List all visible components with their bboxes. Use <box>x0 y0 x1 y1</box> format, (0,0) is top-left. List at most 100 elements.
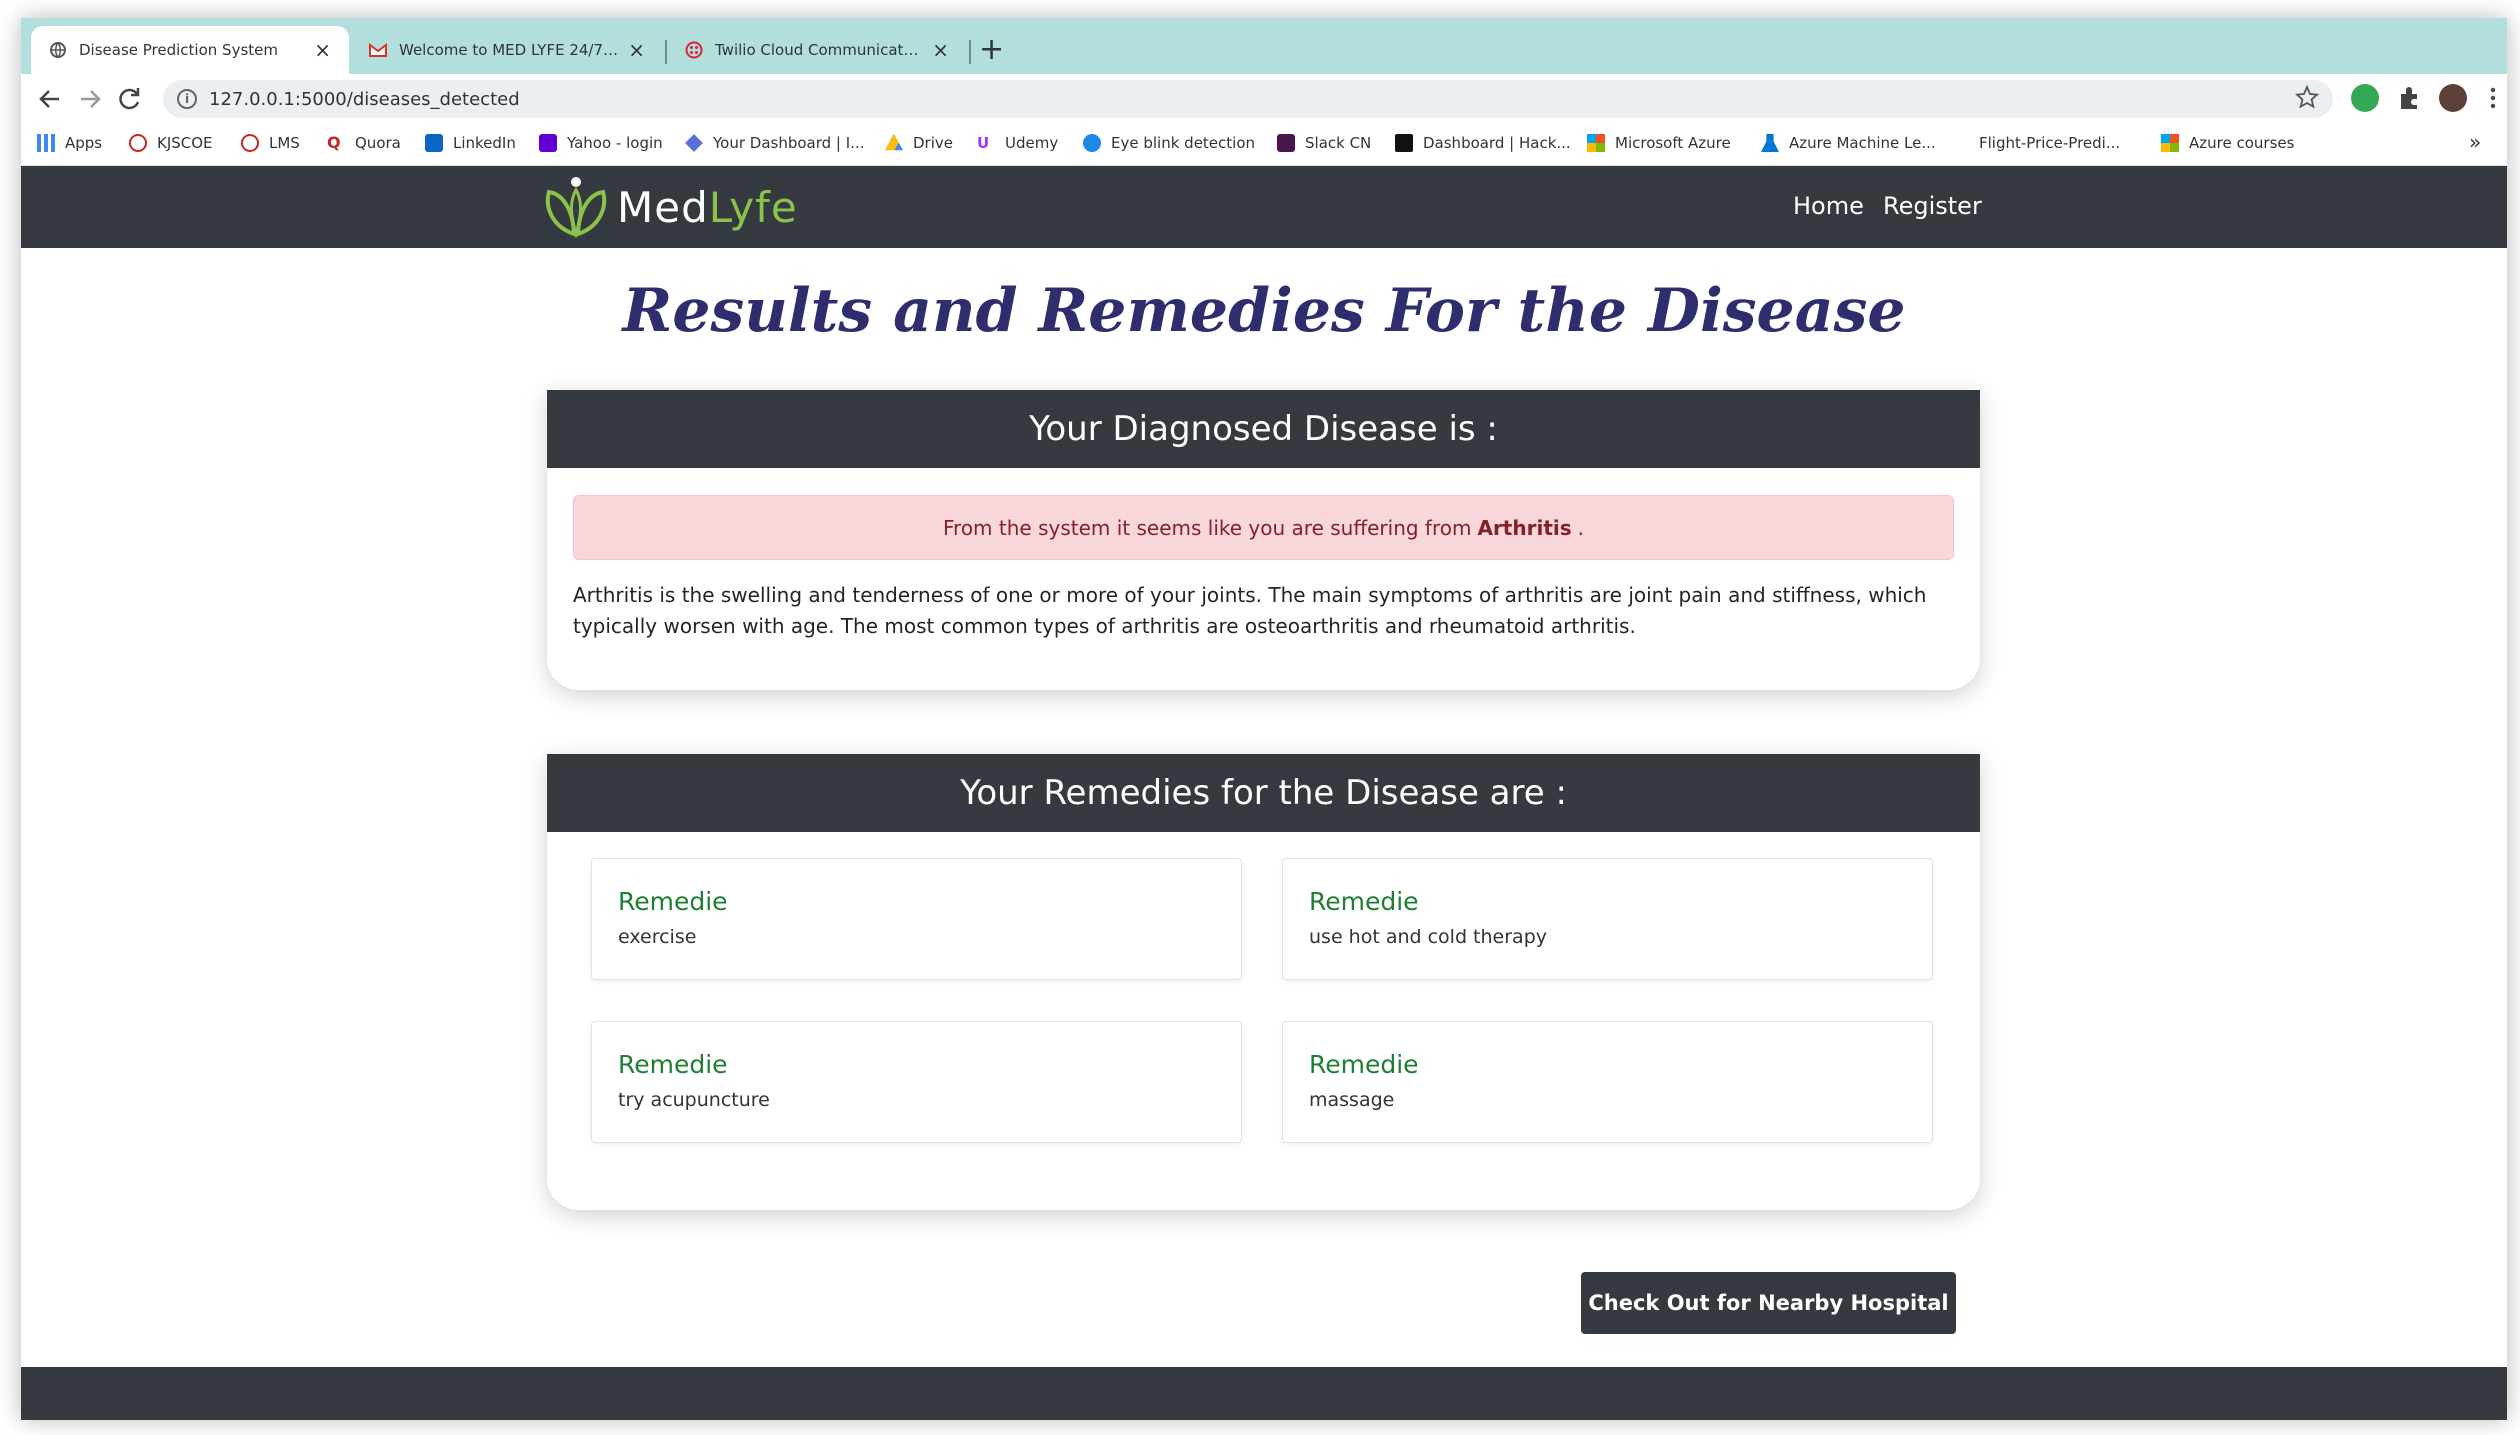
globe-icon <box>50 42 66 58</box>
remedy-card: Remedie use hot and cold therapy <box>1282 858 1933 980</box>
bookmark-yahoo[interactable]: Yahoo - login <box>539 134 663 152</box>
drive-icon <box>885 134 903 151</box>
bookmark-quora[interactable]: Q Quora <box>327 133 401 153</box>
diagnosis-card: Your Diagnosed Disease is : From the sys… <box>547 390 1980 690</box>
profile-avatar[interactable] <box>2439 84 2467 112</box>
bookmark-eye-blink[interactable]: Eye blink detection <box>1083 134 1255 152</box>
bookmark-label: Udemy <box>1005 134 1059 152</box>
dashboard-icon <box>685 134 703 152</box>
bookmark-linkedin[interactable]: LinkedIn <box>425 134 516 152</box>
bookmark-label: Azure courses <box>2189 134 2295 152</box>
remedy-value: massage <box>1309 1089 1395 1111</box>
bookmark-slack[interactable]: Slack CN <box>1277 134 1371 152</box>
remedy-title: Remedie <box>1309 887 1419 916</box>
bookmark-label: LMS <box>269 134 300 152</box>
disease-description: Arthritis is the swelling and tenderness… <box>573 583 1927 638</box>
kjscoe-icon <box>129 134 147 152</box>
bookmark-lms[interactable]: LMS <box>241 134 300 152</box>
tab-welcome-medlyfe[interactable]: Welcome to MED LYFE 24/7 - I × <box>351 26 663 74</box>
bookmark-label: Dashboard | Hack... <box>1423 134 1571 152</box>
leaf-logo-icon <box>545 177 607 238</box>
bookmark-label: Slack CN <box>1305 134 1372 152</box>
bookmark-label: Apps <box>65 134 103 152</box>
remedies-card: Your Remedies for the Disease are : Reme… <box>547 754 1980 1210</box>
alert-suffix: . <box>1577 515 1585 540</box>
site-navbar: MedLyfe Home Register <box>21 166 2507 248</box>
bookmark-flight-price[interactable]: Flight-Price-Predi... <box>1979 134 2120 152</box>
bookmark-label: Your Dashboard | I... <box>713 134 865 152</box>
forward-arrow-icon[interactable] <box>77 86 103 112</box>
remedy-title: Remedie <box>1309 1050 1419 1079</box>
reload-icon[interactable] <box>117 86 143 112</box>
bookmark-label: Azure Machine Le... <box>1789 134 1936 152</box>
nav-register-link[interactable]: Register <box>1883 192 1982 220</box>
lms-icon <box>241 134 259 152</box>
eye-blink-icon <box>1083 134 1101 152</box>
remedy-card: Remedie try acupuncture <box>591 1021 1242 1143</box>
bookmark-label: KJSCOE <box>157 134 213 152</box>
slack-icon <box>1277 134 1295 152</box>
bookmark-hackerrank[interactable]: Dashboard | Hack... <box>1395 134 1571 152</box>
gmail-icon <box>369 43 387 57</box>
logo-text-med: Med <box>617 182 709 232</box>
logo-text-lyfe: Lyfe <box>708 182 798 232</box>
microsoft-icon <box>1587 134 1605 152</box>
remedy-value: use hot and cold therapy <box>1309 926 1548 948</box>
info-icon[interactable]: i <box>177 89 197 109</box>
site-footer <box>21 1367 2507 1420</box>
diagnosis-alert: From the system it seems like you are su… <box>573 495 1954 560</box>
extensions-puzzle-icon[interactable] <box>2395 84 2423 112</box>
bookmark-dashboard[interactable]: Your Dashboard | I... <box>685 134 865 152</box>
new-tab-button[interactable]: + <box>979 32 1004 67</box>
more-bookmarks-icon[interactable]: » <box>2469 130 2481 154</box>
twilio-icon <box>685 41 703 59</box>
remedies-card-header: Your Remedies for the Disease are : <box>547 754 1980 832</box>
nearby-hospital-button[interactable]: Check Out for Nearby Hospital <box>1581 1272 1956 1334</box>
hackerrank-icon <box>1395 134 1413 152</box>
url-text: 127.0.0.1:5000/diseases_detected <box>209 88 520 110</box>
bookmark-microsoft-azure[interactable]: Microsoft Azure <box>1587 134 1731 152</box>
grammarly-extension-icon[interactable] <box>2351 84 2379 112</box>
bookmark-azure-courses[interactable]: Azure courses <box>2161 134 2294 152</box>
alert-text: From the system it seems like you are su… <box>942 515 1472 540</box>
bookmark-label: LinkedIn <box>453 134 516 152</box>
udemy-icon: U <box>977 134 990 152</box>
bookmark-azure-ml[interactable]: Azure Machine Le... <box>1761 134 1936 152</box>
back-arrow-icon[interactable] <box>37 86 63 112</box>
bookmark-kjscoe[interactable]: KJSCOE <box>129 134 213 152</box>
remedy-card: Remedie massage <box>1282 1021 1933 1143</box>
bookmark-udemy[interactable]: U Udemy <box>977 134 1058 152</box>
page-title: Results and Remedies For the Disease <box>622 276 1906 346</box>
tab-strip: Disease Prediction System × Welcome to M… <box>21 18 2507 74</box>
microsoft-icon <box>2161 134 2179 152</box>
yahoo-icon <box>539 134 557 152</box>
address-bar[interactable]: i 127.0.0.1:5000/diseases_detected <box>163 80 2333 118</box>
apps-grid-icon <box>37 134 55 152</box>
bookmark-label: Yahoo - login <box>567 134 663 152</box>
site-logo[interactable]: MedLyfe <box>543 176 798 238</box>
bookmark-label: Flight-Price-Predi... <box>1979 134 2121 152</box>
quora-icon: Q <box>327 133 341 152</box>
remedy-title: Remedie <box>618 887 728 916</box>
close-tab-icon[interactable]: × <box>628 38 645 62</box>
bookmark-drive[interactable]: Drive <box>885 134 953 152</box>
nav-home-link[interactable]: Home <box>1793 192 1864 220</box>
bookmark-label: Drive <box>913 134 953 152</box>
remedy-title: Remedie <box>618 1050 728 1079</box>
remedy-card: Remedie exercise <box>591 858 1242 980</box>
flask-icon <box>1761 134 1779 152</box>
logo-text: MedLyfe <box>617 183 798 232</box>
linkedin-icon <box>425 134 443 152</box>
tab-title: Twilio Cloud Communications | <box>715 41 923 59</box>
bookmark-label: Quora <box>355 134 401 152</box>
bookmark-apps[interactable]: Apps <box>37 134 102 152</box>
menu-dots-icon[interactable] <box>2479 84 2507 112</box>
browser-toolbar: i 127.0.0.1:5000/diseases_detected <box>21 74 2507 124</box>
bookmark-label: Microsoft Azure <box>1615 134 1731 152</box>
bookmark-star-icon[interactable] <box>2295 85 2319 109</box>
tab-disease-prediction[interactable]: Disease Prediction System × <box>31 26 349 74</box>
bookmark-label: Eye blink detection <box>1111 134 1256 152</box>
close-tab-icon[interactable]: × <box>314 38 331 62</box>
close-tab-icon[interactable]: × <box>932 38 949 62</box>
tab-twilio[interactable]: Twilio Cloud Communications | × <box>667 26 967 74</box>
